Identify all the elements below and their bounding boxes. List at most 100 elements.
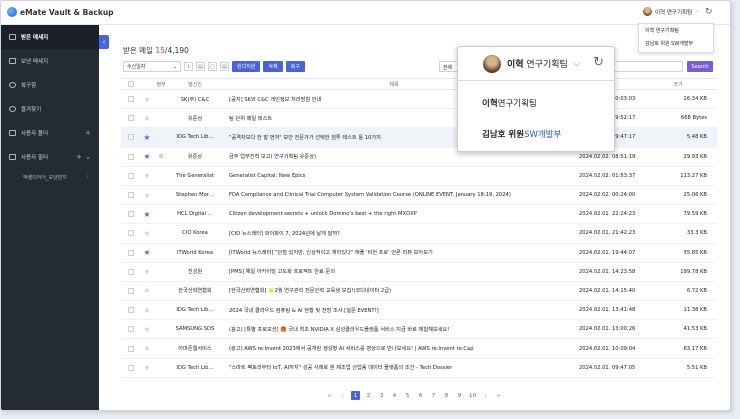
select-all-checkbox[interactable] (128, 81, 134, 87)
star-icon[interactable]: ★ (141, 325, 153, 334)
table-row[interactable]: ★ IDG Tech Lib… "스마트 팩토리부터 IoT, AI까지" 성공 사… (121, 359, 717, 378)
account-option[interactable]: 이혁 연구기획팀 (458, 87, 614, 118)
star-icon[interactable]: ★ (141, 114, 153, 123)
add-folder-icon[interactable]: + (85, 129, 91, 137)
sidebar-item-favorites[interactable]: 즐겨찾기 (1, 97, 99, 121)
page-1[interactable]: 1 (351, 391, 360, 400)
row-checkbox[interactable] (128, 307, 134, 314)
subject[interactable]: (광고) [특별 프로모션] 🎁 국내 최초 NVIDIA X 삼성클라우드플랫… (221, 326, 559, 333)
table-row[interactable]: ★ IDG Tech Lib… "공격자보다 한 발 먼저" 보안 전문가가 선택한… (121, 128, 717, 148)
row-checkbox[interactable] (128, 96, 134, 103)
sort-select[interactable]: 수신일자 ⌄ (123, 61, 181, 72)
subject[interactable]: FDA Compliance and Clinical Trial Comput… (221, 192, 559, 198)
view-box-icon[interactable]: ▢ (208, 62, 217, 71)
table-row[interactable]: ★ 진성원 [PMS] 예일 아카이빙 고도화 프로젝트 완료 문의 2024.02.… (121, 263, 717, 282)
subject[interactable]: [PMS] 예일 아카이빙 고도화 프로젝트 완료 문의 (221, 268, 559, 275)
refresh-icon[interactable]: ↻ (593, 55, 604, 70)
page-4[interactable]: 4 (390, 391, 399, 400)
page-6[interactable]: 6 (416, 391, 425, 400)
row-checkbox[interactable] (128, 287, 134, 294)
table-row[interactable]: ★ 아마존웹서비스 (광고) AWS re:Invent 2023에서 공개된 생성… (121, 339, 717, 359)
page-10[interactable]: 10 (468, 391, 477, 400)
view-split-icon[interactable]: ▤ (220, 62, 229, 71)
sidebar-item-restore[interactable]: 복구함 (1, 73, 99, 97)
table-row[interactable]: ★ 한국산학연협회 [한국산학연협회] 🌟2월 연구관리 전문인력 교육생 모집!(… (121, 282, 717, 302)
table-row[interactable]: ★ HCL Digital … Citizen development secret… (121, 205, 717, 225)
subject[interactable]: 2024 국내 클라우드 컴퓨팅 & AI 현황 및 전망 조사 [설문 EVE… (221, 307, 559, 314)
table-row[interactable]: ★유준상팀 단위 메일 테스트2024.02.02. 09:52:17668 B… (121, 109, 717, 129)
row-checkbox[interactable] (128, 172, 134, 179)
page-8[interactable]: 8 (442, 391, 451, 400)
star-icon[interactable]: ★ (141, 248, 153, 257)
row-checkbox[interactable] (128, 192, 134, 199)
sidebar-item-inbox[interactable]: 받은 메세지 (1, 25, 99, 49)
table-row[interactable]: ★ IDG Tech Lib… 2024 국내 클라우드 컴퓨팅 & AI 현황 및… (121, 301, 717, 321)
chevron-down-icon[interactable]: ⌄ (85, 153, 91, 161)
star-icon[interactable]: ★ (141, 229, 153, 238)
page-2[interactable]: 2 (364, 391, 373, 400)
table-row[interactable]: ★SK(주) C&C[공지] SK와 C&C 개인정보 처리방침 안내2024.… (121, 90, 717, 110)
last-page-icon[interactable]: » (494, 391, 503, 400)
sidebar-subitem-filter[interactable]: 액셀티어어_보낸편지 ⋮ (1, 169, 99, 185)
backup-button[interactable]: 원다지원 (232, 61, 261, 72)
star-icon[interactable]: ★ (141, 95, 153, 104)
prev-page-icon[interactable]: ‹ (338, 391, 347, 400)
sidebar-item-user-filters[interactable]: 사용자 필터 + ⌄ (1, 145, 99, 169)
row-checkbox[interactable] (128, 134, 134, 141)
account-option[interactable]: 김남호 위원 SW개발부 (458, 118, 614, 149)
add-filter-icon[interactable]: + (76, 153, 82, 161)
page-3[interactable]: 3 (377, 391, 386, 400)
next-page-icon[interactable]: › (481, 391, 490, 400)
table-row[interactable]: ★ Stephen Mor… FDA Compliance and Clinical… (121, 186, 717, 206)
star-icon[interactable]: ★ (141, 267, 153, 276)
chevron-down-icon[interactable]: ⌵ (574, 59, 580, 69)
page-7[interactable]: 7 (429, 391, 438, 400)
star-icon[interactable]: ★ (141, 306, 153, 315)
first-page-icon[interactable]: « (325, 391, 334, 400)
view-list-icon[interactable]: ▤ (196, 62, 205, 71)
star-icon[interactable]: ★ (141, 210, 153, 219)
star-icon[interactable]: ★ (141, 286, 153, 295)
row-checkbox[interactable] (128, 153, 134, 160)
more-icon[interactable]: ⋮ (85, 174, 90, 180)
row-checkbox[interactable] (128, 345, 134, 352)
row-checkbox[interactable] (128, 211, 134, 218)
row-checkbox[interactable] (128, 249, 134, 256)
page-5[interactable]: 5 (403, 391, 412, 400)
row-checkbox[interactable] (128, 364, 134, 371)
table-row[interactable]: ★ ⊘ 유준상 금주 업무진척 보고( 연구기획팀 유준상) 2024.02.02. 0… (121, 148, 717, 167)
subject[interactable]: Generalist Capital: New Epics (221, 173, 559, 179)
subject[interactable]: [한국산학연협회] 🌟2월 연구관리 전문인력 교육생 모집!(코디네이터 2급… (221, 287, 559, 294)
table-row[interactable]: ★ The Generalist Generalist Capital: New E… (121, 167, 717, 186)
table-row[interactable]: ★ SAMSUNG SDS (광고) [특별 프로모션] 🎁 국내 최초 NVIDI… (121, 320, 717, 340)
delete-button[interactable]: 삭제 (263, 61, 283, 72)
subject[interactable]: 금주 업무진척 보고( 연구기획팀 유준상) (221, 153, 559, 160)
star-icon[interactable]: ★ (141, 363, 153, 372)
row-checkbox[interactable] (128, 326, 134, 333)
subject[interactable]: Citizen development secrets + unlock Dom… (221, 211, 559, 217)
star-icon[interactable]: ★ (141, 191, 153, 200)
row-checkbox[interactable] (128, 115, 134, 122)
row-checkbox[interactable] (128, 268, 134, 275)
star-icon[interactable]: ★ (141, 133, 153, 142)
subject[interactable]: (광고) AWS re:Invent 2023에서 공개된 생성형 AI 서비스… (221, 345, 559, 352)
sidebar-item-user-folders[interactable]: 사용자 폴더 + (1, 121, 99, 145)
search-button[interactable]: Search (687, 61, 713, 72)
popup-header[interactable]: 이혁 연구기획팀 ⌵ ↻ (458, 47, 614, 81)
user-menu[interactable]: 이혁 연구기획팀 ⌵ (643, 7, 699, 16)
refresh-icon[interactable]: ↻ (705, 7, 713, 17)
restore-button[interactable]: 복구 (285, 61, 305, 72)
row-checkbox[interactable] (128, 230, 134, 237)
table-row[interactable]: ★ CIO Korea [CIO 뉴스레터] 와이파이 7, 2024년에 날개 달… (121, 224, 717, 244)
subject[interactable]: [ITWorld 뉴스레터] "단점 있지만, 인상적이고 재미있다" 애플 '… (221, 249, 559, 256)
star-icon[interactable]: ★ (141, 152, 153, 161)
star-icon[interactable]: ★ (141, 344, 153, 353)
app-logo[interactable]: eMate Vault & Backup (7, 7, 114, 17)
sort-direction-icon[interactable]: ↓ (184, 62, 193, 71)
subject[interactable]: "스마트 팩토리부터 IoT, AI까지" 성공 사례로 본 제조업 산업용 데… (221, 364, 559, 371)
sidebar-item-sent[interactable]: 보낸 메세지 (1, 49, 99, 73)
star-icon[interactable]: ★ (141, 171, 153, 180)
table-row[interactable]: ★ ITWorld Korea [ITWorld 뉴스레터] "단점 있지만, 인상… (121, 244, 717, 263)
subject[interactable]: [CIO 뉴스레터] 와이파이 7, 2024년에 날개 달까? (221, 230, 559, 237)
page-9[interactable]: 9 (455, 391, 464, 400)
